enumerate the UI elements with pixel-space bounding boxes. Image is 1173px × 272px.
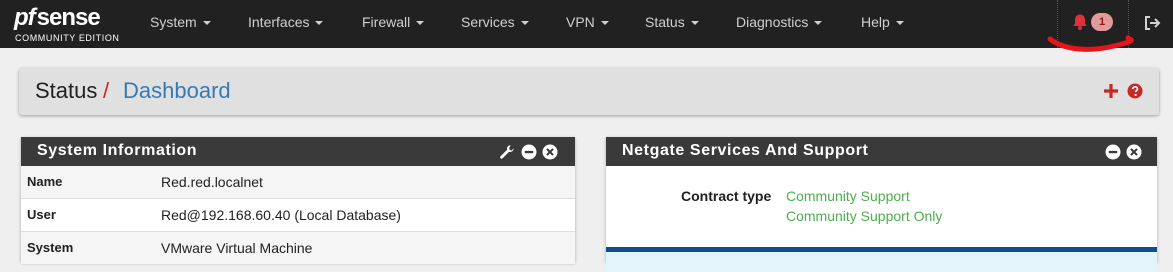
table-row: System VMware Virtual Machine [21, 232, 575, 265]
nav-menu-help[interactable]: Help [861, 0, 904, 48]
notification-badge[interactable]: 1 [1091, 13, 1113, 31]
logo-pf: pf [14, 4, 36, 31]
close-icon[interactable] [542, 144, 558, 160]
caret-down-icon [202, 21, 211, 26]
nav-menu-system[interactable]: System [150, 0, 211, 48]
info-callout [606, 252, 1157, 272]
nav-label: VPN [566, 14, 595, 30]
red-annotation-scribble [1047, 35, 1134, 52]
system-information-widget: System Information Name Red.red.localnet… [21, 137, 575, 265]
widget-header: System Information [21, 137, 575, 166]
breadcrumb-page-link[interactable]: Dashboard [123, 78, 231, 104]
nav-menu-interfaces[interactable]: Interfaces [248, 0, 324, 48]
nav-label: Help [861, 14, 890, 30]
row-label: User [27, 207, 56, 222]
caret-down-icon [814, 21, 823, 26]
contract-type-value: Community Support [786, 188, 910, 204]
row-value: Red.red.localnet [161, 174, 263, 190]
nav-menu-services[interactable]: Services [461, 0, 529, 48]
add-widget-icon[interactable] [1102, 82, 1120, 100]
minimize-icon[interactable] [1105, 144, 1121, 160]
nav-label: Interfaces [248, 14, 310, 30]
caret-down-icon [520, 21, 529, 26]
table-row: Name Red.red.localnet [21, 166, 575, 199]
logout-icon[interactable] [1143, 14, 1161, 32]
logo-edition: COMMUNITY EDITION [15, 33, 120, 43]
nav-label: Services [461, 14, 515, 30]
nav-label: System [150, 14, 197, 30]
logo-sense: sense [36, 4, 101, 31]
nav-menu-status[interactable]: Status [645, 0, 699, 48]
nav-label: Diagnostics [736, 14, 809, 30]
breadcrumb: Status / Dashboard [19, 68, 1159, 115]
nav-label: Firewall [362, 14, 411, 30]
pfsense-logo[interactable]: pfsense COMMUNITY EDITION [14, 4, 122, 46]
row-value: Red@192.168.60.40 (Local Database) [161, 207, 401, 223]
caret-down-icon [690, 21, 699, 26]
row-label: Name [27, 174, 63, 189]
wrench-icon[interactable] [499, 144, 515, 160]
breadcrumb-section: Status [35, 78, 98, 103]
caret-down-icon [416, 21, 425, 26]
bell-icon[interactable] [1071, 13, 1089, 31]
nav-menu-diagnostics[interactable]: Diagnostics [736, 0, 823, 48]
contract-type-label: Contract type [681, 188, 772, 204]
netgate-support-widget: Netgate Services And Support Contract ty… [606, 137, 1157, 272]
logo-wordmark: pfsense [14, 4, 101, 32]
caret-down-icon [315, 21, 324, 26]
nav-label: Status [645, 14, 685, 30]
minimize-icon[interactable] [521, 144, 537, 160]
nav-divider [1128, 0, 1129, 48]
caret-down-icon [895, 21, 904, 26]
widget-title: System Information [37, 142, 198, 159]
table-row: User Red@192.168.60.40 (Local Database) [21, 199, 575, 232]
nav-menu-vpn[interactable]: VPN [566, 0, 609, 48]
contract-type-detail: Community Support Only [786, 208, 943, 224]
top-navbar: pfsense COMMUNITY EDITION System Interfa… [0, 0, 1173, 52]
close-icon[interactable] [1126, 144, 1142, 160]
nav-menu-firewall[interactable]: Firewall [362, 0, 425, 48]
widget-title: Netgate Services And Support [622, 142, 869, 159]
caret-down-icon [600, 21, 609, 26]
widget-header: Netgate Services And Support [606, 137, 1157, 166]
help-icon[interactable] [1127, 83, 1143, 99]
row-label: System [27, 240, 74, 255]
breadcrumb-separator: / [103, 78, 110, 103]
row-value: VMware Virtual Machine [161, 240, 313, 256]
